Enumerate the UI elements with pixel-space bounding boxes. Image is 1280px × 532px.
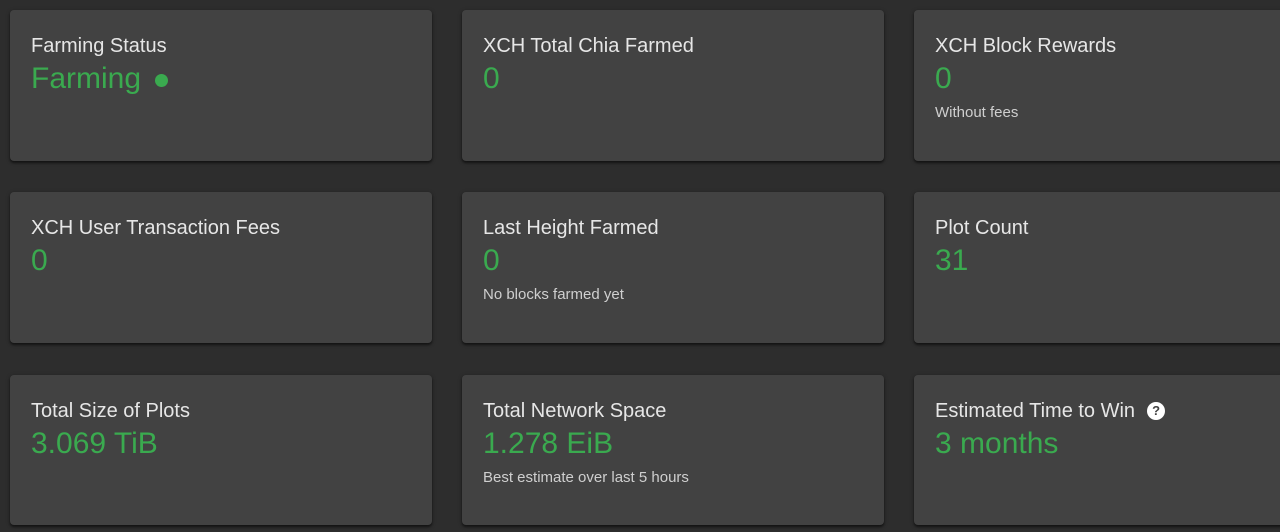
card-value: 0 [935,62,952,95]
total-network-space-card: Total Network Space 1.278 EiB Best estim… [462,375,884,525]
card-value: Farming [31,61,411,97]
status-dot-icon [155,73,169,87]
last-height-farmed-card: Last Height Farmed 0 No blocks farmed ye… [462,192,884,343]
card-title: Plot Count [935,217,1029,239]
card-value: 3.069 TiB [31,427,158,460]
estimated-time-title: Estimated Time to Win [935,400,1136,422]
card-description: No blocks farmed yet [483,286,624,303]
card-title: Total Network Space [483,400,667,422]
question-circle-icon[interactable]: ? [1147,402,1166,420]
farming-status-card: Farming Status Farming [10,10,432,161]
card-title: Estimated Time to Win ? [935,399,1273,423]
total-chia-farmed-card: XCH Total Chia Farmed 0 [462,10,884,161]
user-transaction-fees-card: XCH User Transaction Fees 0 [10,192,432,343]
card-value: 1.278 EiB [483,427,614,460]
total-size-of-plots-card: Total Size of Plots 3.069 TiB [10,375,432,525]
plot-count-card: Plot Count 31 [914,192,1280,343]
card-title: Last Height Farmed [483,217,659,239]
card-title: XCH User Transaction Fees [31,217,280,239]
card-title: XCH Block Rewards [935,35,1117,57]
card-value: 31 [935,244,969,277]
card-description: Without fees [935,104,1019,121]
card-title: Total Size of Plots [31,400,190,422]
block-rewards-card: XCH Block Rewards 0 Without fees [914,10,1280,161]
card-title: Farming Status [31,35,167,57]
estimated-time-to-win-card: Estimated Time to Win ? 3 months [914,375,1280,525]
farming-status-value: Farming [31,62,142,95]
card-value: 0 [483,244,500,277]
card-description: Best estimate over last 5 hours [483,469,689,486]
farm-cards-grid: Farming Status Farming XCH Total Chia Fa… [0,0,1280,532]
card-title: XCH Total Chia Farmed [483,35,694,57]
card-value: 0 [483,62,500,95]
card-value: 0 [31,244,48,277]
card-value: 3 months [935,427,1059,460]
